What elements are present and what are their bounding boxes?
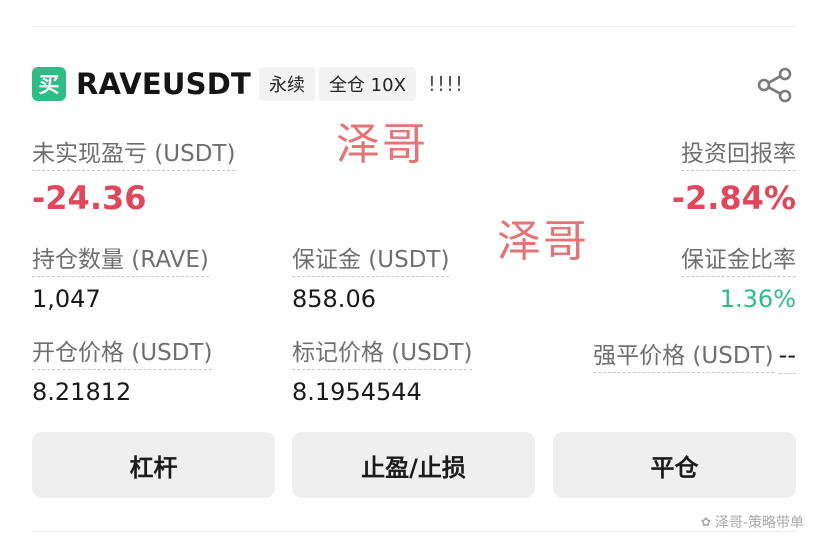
- liquidation-price-field: 强平价格 (USDT) --: [593, 333, 796, 374]
- liquidation-price-value: --: [778, 341, 796, 374]
- liquidation-price-label[interactable]: 强平价格 (USDT): [593, 336, 774, 373]
- mark-price-label[interactable]: 标记价格 (USDT): [292, 333, 473, 370]
- symbol-title: RAVEUSDT: [76, 67, 251, 101]
- entry-price-label[interactable]: 开仓价格 (USDT): [32, 333, 213, 370]
- position-size-label[interactable]: 持仓数量 (RAVE): [32, 240, 209, 277]
- position-header: 买 RAVEUSDT 永续 全仓 10X !!!!: [32, 64, 464, 104]
- margin-mode-leverage-tag: 全仓 10X: [318, 67, 416, 101]
- unrealized-pnl-value: -24.36: [32, 179, 147, 217]
- unrealized-pnl-field: 未实现盈亏 (USDT) -24.36: [32, 134, 236, 217]
- footer-watermark-text: 泽哥-策略带单: [714, 515, 804, 531]
- bottom-divider: [32, 531, 796, 532]
- wechat-icon: ✿: [700, 515, 711, 529]
- annotation-marks: !!!!: [427, 72, 464, 96]
- margin-ratio-field: 保证金比率 1.36%: [681, 240, 796, 313]
- mark-price-value: 8.1954544: [292, 378, 422, 406]
- buy-side-badge: 买: [32, 67, 66, 101]
- position-size-value: 1,047: [32, 285, 101, 313]
- margin-value: 858.06: [292, 285, 376, 313]
- entry-price-field: 开仓价格 (USDT) 8.21812: [32, 333, 213, 406]
- margin-label[interactable]: 保证金 (USDT): [292, 240, 450, 277]
- watermark-text: 泽哥: [336, 119, 428, 170]
- top-divider: [32, 26, 796, 27]
- roe-field: 投资回报率 -2.84%: [672, 134, 796, 217]
- contract-type-tag: 永续: [258, 67, 315, 101]
- unrealized-pnl-label[interactable]: 未实现盈亏 (USDT): [32, 134, 236, 171]
- position-size-field: 持仓数量 (RAVE) 1,047: [32, 240, 209, 313]
- leverage-button[interactable]: 杠杆: [32, 432, 275, 498]
- margin-ratio-label[interactable]: 保证金比率: [681, 240, 796, 277]
- roe-label[interactable]: 投资回报率: [681, 134, 796, 171]
- entry-price-value: 8.21812: [32, 378, 132, 406]
- footer-watermark: ✿ 泽哥-策略带单: [701, 512, 804, 532]
- watermark-text: 泽哥: [497, 216, 589, 267]
- mark-price-field: 标记价格 (USDT) 8.1954544: [292, 333, 473, 406]
- roe-value: -2.84%: [671, 179, 796, 217]
- margin-field: 保证金 (USDT) 858.06: [292, 240, 450, 313]
- margin-ratio-value: 1.36%: [719, 285, 796, 313]
- share-icon[interactable]: [756, 66, 794, 104]
- close-position-button[interactable]: 平仓: [553, 432, 796, 498]
- tp-sl-button[interactable]: 止盈/止损: [292, 432, 535, 498]
